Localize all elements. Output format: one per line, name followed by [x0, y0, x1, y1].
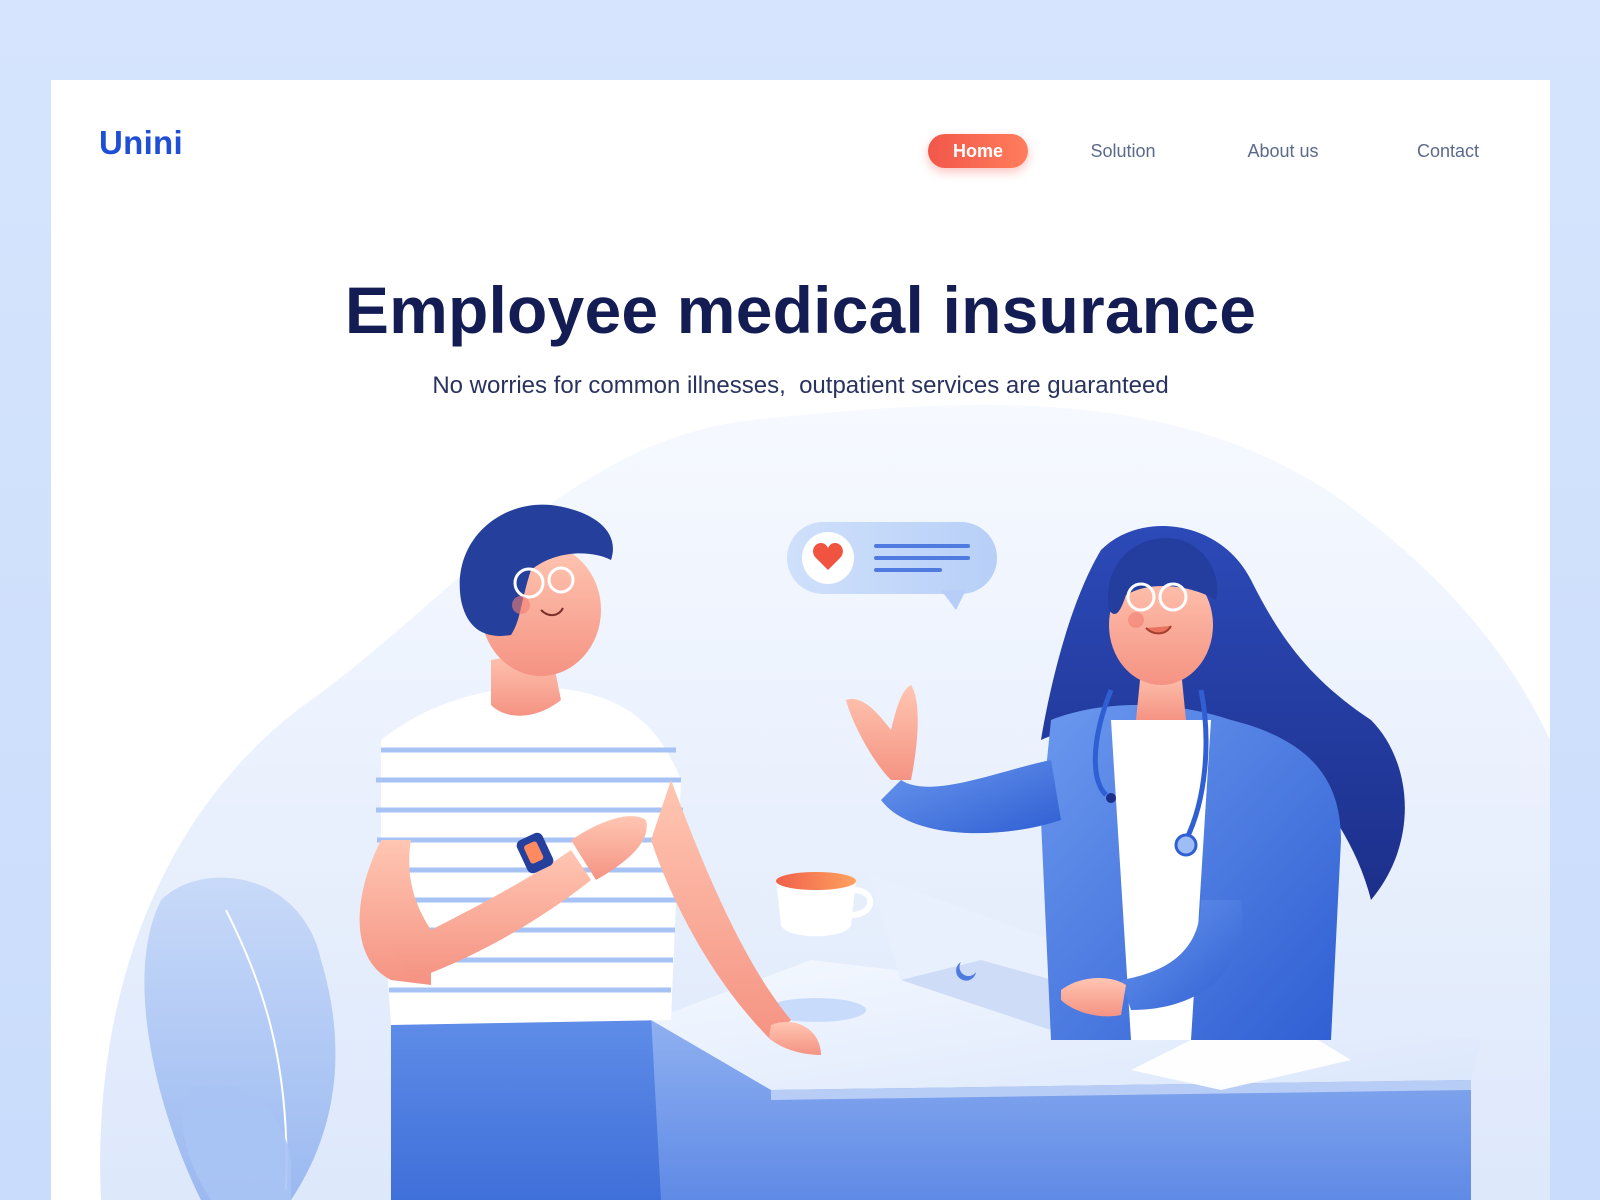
nav-about-us[interactable]: About us — [1228, 134, 1338, 168]
hero-subtitle: No worries for common illnesses, outpati… — [432, 372, 1169, 399]
nav-home[interactable]: Home — [928, 134, 1028, 168]
brand-logo[interactable]: Unini — [99, 124, 183, 162]
hero-illustration — [100, 404, 1550, 1200]
page-background: Unini Home Solution About us Contact Emp… — [0, 0, 1600, 1200]
hero-title: Employee medical insurance — [344, 273, 1257, 347]
nav-contact[interactable]: Contact — [1398, 134, 1498, 168]
nav-solution[interactable]: Solution — [1068, 134, 1178, 168]
landing-page-card: Unini Home Solution About us Contact Emp… — [51, 80, 1550, 1200]
main-nav: Home Solution About us Contact — [928, 134, 1518, 168]
